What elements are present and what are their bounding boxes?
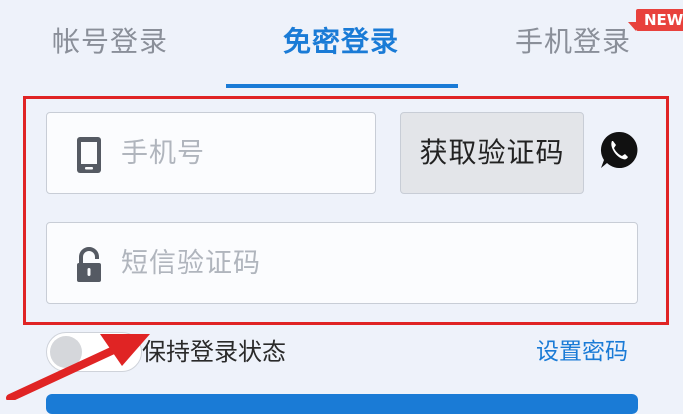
tab-phone-login[interactable]: 手机登录	[515, 20, 631, 64]
annotation-arrow	[6, 334, 150, 400]
sms-code-input[interactable]: 短信验证码	[46, 222, 638, 304]
sms-input-placeholder: 短信验证码	[121, 248, 261, 279]
whatsapp-icon[interactable]	[598, 129, 640, 171]
phone-number-input[interactable]: 手机号	[46, 112, 376, 194]
phone-icon	[69, 135, 109, 175]
tab-account-login[interactable]: 帐号登录	[52, 20, 168, 64]
login-submit-button[interactable]	[46, 394, 638, 414]
new-badge: NEW	[627, 9, 683, 31]
lock-icon	[69, 245, 109, 285]
tab-passwordless-login[interactable]: 免密登录	[283, 20, 399, 64]
phone-input-placeholder: 手机号	[121, 138, 205, 169]
set-password-link[interactable]: 设置密码	[536, 334, 628, 370]
active-tab-indicator	[226, 84, 458, 88]
get-verification-code-button[interactable]: 获取验证码	[400, 112, 584, 194]
login-tabs: 帐号登录 免密登录 手机登录 NEW	[0, 0, 683, 88]
